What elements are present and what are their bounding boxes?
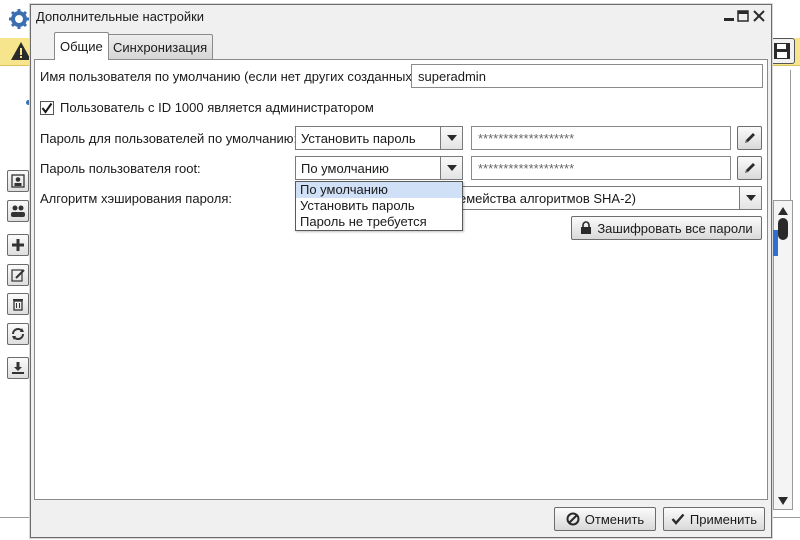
dialog-title: Дополнительные настройки [36,9,205,24]
general-tab-panel: Имя пользователя по умолчанию (если нет … [34,59,768,500]
tab-sync-label: Синхронизация [113,39,208,55]
apply-button-label: Применить [689,511,758,527]
close-icon[interactable] [751,8,767,24]
admin-checkbox[interactable] [40,101,54,115]
user-card-icon[interactable] [7,170,29,192]
refresh-icon[interactable] [7,323,29,345]
root-password-mode-select[interactable]: По умолчанию [295,156,463,180]
default-password-mode-select[interactable]: Установить пароль [295,126,463,150]
root-password-mode-dropdown: По умолчанию Установить пароль Пароль не… [295,181,463,231]
root-password-label: Пароль пользователя root: [40,161,201,176]
floppy-disk-icon[interactable] [769,38,795,64]
hash-algorithm-value: емейства алгоритмов SHA-2) [459,191,636,206]
warning-icon [10,40,32,62]
encrypt-all-passwords-label: Зашифровать все пароли [597,220,753,236]
checkmark-icon [41,102,53,114]
tab-general-label: Общие [60,39,103,54]
cancel-button-label: Отменить [584,511,645,527]
edit-default-password-button[interactable] [737,126,762,150]
default-password-input[interactable]: ******************* [471,126,731,150]
admin-checkbox-label: Пользователь с ID 1000 является админист… [60,100,374,115]
tab-general[interactable]: Общие [54,32,109,60]
chevron-down-icon[interactable] [739,187,761,209]
add-icon[interactable] [7,234,29,256]
apply-button[interactable]: Применить [663,507,765,531]
cancel-button[interactable]: Отменить [554,507,656,531]
dropdown-option-default[interactable]: По умолчанию [296,182,462,198]
scroll-up-icon[interactable] [776,205,790,217]
dropdown-option-set-password[interactable]: Установить пароль [296,198,462,214]
pencil-icon [744,163,755,173]
trash-icon[interactable] [7,293,29,315]
chevron-down-icon[interactable] [440,157,462,179]
cancel-circle-icon [566,512,580,526]
default-password-label: Пароль для пользователей по умолчанию: [40,131,298,146]
default-password-mode-value: Установить пароль [301,131,416,146]
lock-icon [580,221,592,235]
gear-icon [8,8,30,30]
scroll-thumb[interactable] [778,218,788,240]
edit-icon[interactable] [7,264,29,286]
root-password-mode-value: По умолчанию [301,161,389,176]
maximize-icon[interactable] [735,8,751,24]
chevron-down-icon[interactable] [440,127,462,149]
download-icon[interactable] [7,357,29,379]
pencil-icon [744,133,755,143]
hash-algorithm-label: Алгоритм хэширования пароля: [40,191,232,206]
dropdown-option-no-password[interactable]: Пароль не требуется [296,214,462,230]
checkmark-icon [671,513,685,525]
tab-sync[interactable]: Синхронизация [107,34,214,59]
users-group-icon[interactable] [7,200,29,222]
default-user-label: Имя пользователя по умолчанию (если нет … [40,69,420,84]
default-user-input[interactable]: superadmin [411,64,763,88]
encrypt-all-passwords-button[interactable]: Зашифровать все пароли [571,216,762,240]
dialog-titlebar[interactable]: Дополнительные настройки [31,5,771,29]
root-password-input[interactable]: ******************* [471,156,731,180]
scroll-down-icon[interactable] [776,495,790,507]
settings-dialog: Дополнительные настройки Общие Синхрониз… [30,4,772,538]
edit-root-password-button[interactable] [737,156,762,180]
